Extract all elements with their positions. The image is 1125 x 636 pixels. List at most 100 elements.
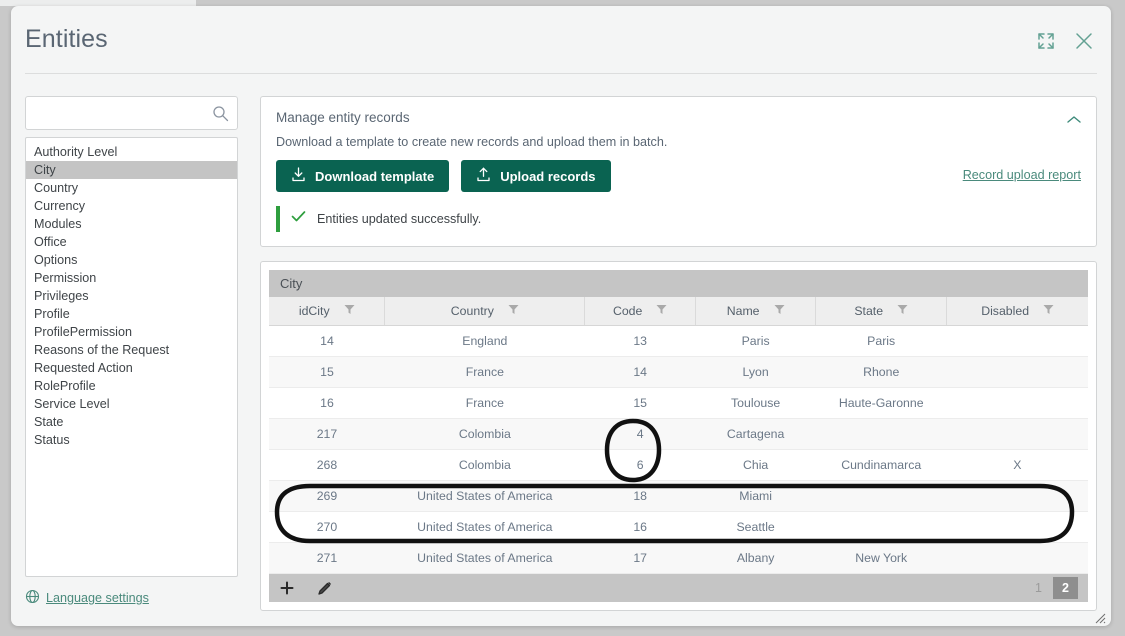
table-row[interactable]: 269 United States of America 18 Miami	[269, 480, 1088, 512]
entity-list[interactable]: Authority Level City Country Currency Mo…	[25, 137, 238, 577]
cell-name: Miami	[695, 480, 816, 512]
expand-icon[interactable]	[1035, 30, 1057, 52]
cell-idcity: 217	[269, 418, 385, 450]
upload-records-label: Upload records	[500, 168, 596, 184]
entity-list-item-profilepermission[interactable]: ProfilePermission	[26, 323, 237, 341]
cell-country: United States of America	[384, 542, 585, 574]
table-row[interactable]: 217 Colombia 4 Cartagena	[269, 418, 1088, 450]
grid-footer-tools	[279, 580, 332, 596]
column-header-label: idCity	[298, 304, 330, 318]
grid-title: City	[269, 270, 1088, 297]
search-input[interactable]	[26, 97, 237, 129]
cell-code: 17	[584, 542, 696, 574]
close-icon[interactable]	[1073, 30, 1095, 52]
plus-icon[interactable]	[279, 580, 295, 596]
cell-idcity: 269	[269, 480, 385, 512]
cell-name: Chia	[695, 449, 816, 481]
backdrop-right	[1111, 0, 1125, 636]
entity-list-item-permission[interactable]: Permission	[26, 269, 237, 287]
entity-list-item-country[interactable]: Country	[26, 179, 237, 197]
cell-idcity: 16	[269, 387, 385, 419]
cell-name: Paris	[695, 325, 816, 357]
cell-state: Cundinamarca	[815, 449, 947, 481]
entity-list-item-state[interactable]: State	[26, 413, 237, 431]
modal-header: Entities	[11, 6, 1111, 74]
entities-modal: Entities Authority Level City Country Cu…	[11, 6, 1111, 626]
column-header-name[interactable]: Name	[695, 297, 817, 326]
filter-icon[interactable]	[344, 304, 355, 318]
entity-list-item-city[interactable]: City	[26, 161, 237, 179]
column-header-idcity[interactable]: idCity	[269, 297, 386, 326]
pencil-icon[interactable]	[316, 580, 332, 596]
entity-table: idCity Country Code Name State Disabled …	[269, 297, 1088, 574]
cell-idcity: 15	[269, 356, 385, 388]
table-header-row: idCity Country Code Name State Disabled	[269, 297, 1088, 326]
column-header-disabled[interactable]: Disabled	[946, 297, 1088, 326]
entity-list-item-reasons-of-the-request[interactable]: Reasons of the Request	[26, 341, 237, 359]
filter-icon[interactable]	[1043, 304, 1054, 318]
cell-idcity: 14	[269, 325, 385, 357]
cell-state: Paris	[815, 325, 947, 357]
cell-disabled	[946, 387, 1088, 419]
table-row[interactable]: 16 France 15 Toulouse Haute-Garonne	[269, 387, 1088, 419]
table-row[interactable]: 271 United States of America 17 Albany N…	[269, 542, 1088, 574]
entity-list-item-currency[interactable]: Currency	[26, 197, 237, 215]
entity-list-item-options[interactable]: Options	[26, 251, 237, 269]
main-content: Manage entity records Download a templat…	[260, 96, 1097, 611]
entity-list-item-modules[interactable]: Modules	[26, 215, 237, 233]
entity-list-item-service-level[interactable]: Service Level	[26, 395, 237, 413]
download-icon	[291, 167, 306, 185]
language-settings-label: Language settings	[46, 591, 149, 605]
data-grid-panel: City idCity Country Code Name State Disa…	[260, 261, 1097, 611]
entity-list-item-office[interactable]: Office	[26, 233, 237, 251]
entity-list-item-status[interactable]: Status	[26, 431, 237, 449]
page-button-2[interactable]: 2	[1053, 577, 1078, 599]
manage-records-panel: Manage entity records Download a templat…	[260, 96, 1097, 247]
filter-icon[interactable]	[897, 304, 908, 318]
search-box[interactable]	[25, 96, 238, 130]
table-row[interactable]: 270 United States of America 16 Seattle	[269, 511, 1088, 543]
cell-disabled	[946, 542, 1088, 574]
cell-state: Haute-Garonne	[815, 387, 947, 419]
column-header-label: Code	[612, 304, 643, 318]
success-banner: Entities updated successfully.	[276, 206, 1081, 232]
resize-grip-icon[interactable]	[1095, 611, 1106, 624]
window-controls	[1035, 30, 1095, 52]
download-template-button[interactable]: Download template	[276, 160, 450, 192]
cell-disabled	[946, 480, 1088, 512]
table-row[interactable]: 268 Colombia 6 Chia Cundinamarca X	[269, 449, 1088, 481]
filter-icon[interactable]	[774, 304, 785, 318]
cell-state: New York	[815, 542, 947, 574]
page-title: Entities	[25, 25, 108, 53]
column-header-code[interactable]: Code	[584, 297, 697, 326]
grid-footer: 1 2	[269, 574, 1088, 602]
cell-code: 6	[584, 449, 696, 481]
cell-disabled	[946, 325, 1088, 357]
column-header-state[interactable]: State	[815, 297, 948, 326]
cell-code: 16	[584, 511, 696, 543]
entity-list-item-requested-action[interactable]: Requested Action	[26, 359, 237, 377]
globe-icon	[25, 589, 40, 607]
cell-country: United States of America	[384, 511, 585, 543]
record-upload-report-link[interactable]: Record upload report	[963, 168, 1081, 182]
cell-state: Rhone	[815, 356, 947, 388]
language-settings-link[interactable]: Language settings	[25, 589, 238, 607]
cell-disabled	[946, 511, 1088, 543]
table-row[interactable]: 15 France 14 Lyon Rhone	[269, 356, 1088, 388]
upload-records-button[interactable]: Upload records	[461, 160, 611, 192]
table-row[interactable]: 14 England 13 Paris Paris	[269, 325, 1088, 357]
page-button-1[interactable]: 1	[1026, 577, 1051, 599]
entity-list-item-privileges[interactable]: Privileges	[26, 287, 237, 305]
entity-list-item-authority-level[interactable]: Authority Level	[26, 143, 237, 161]
column-header-label: Disabled	[981, 304, 1030, 318]
entity-list-item-profile[interactable]: Profile	[26, 305, 237, 323]
cell-code: 18	[584, 480, 696, 512]
filter-icon[interactable]	[656, 304, 667, 318]
cell-country: United States of America	[384, 480, 585, 512]
chevron-up-icon[interactable]	[1064, 109, 1084, 129]
column-header-country[interactable]: Country	[384, 297, 586, 326]
entity-list-item-roleprofile[interactable]: RoleProfile	[26, 377, 237, 395]
modal-body: Authority Level City Country Currency Mo…	[11, 74, 1111, 626]
entity-sidebar: Authority Level City Country Currency Mo…	[25, 96, 238, 607]
filter-icon[interactable]	[508, 304, 519, 318]
